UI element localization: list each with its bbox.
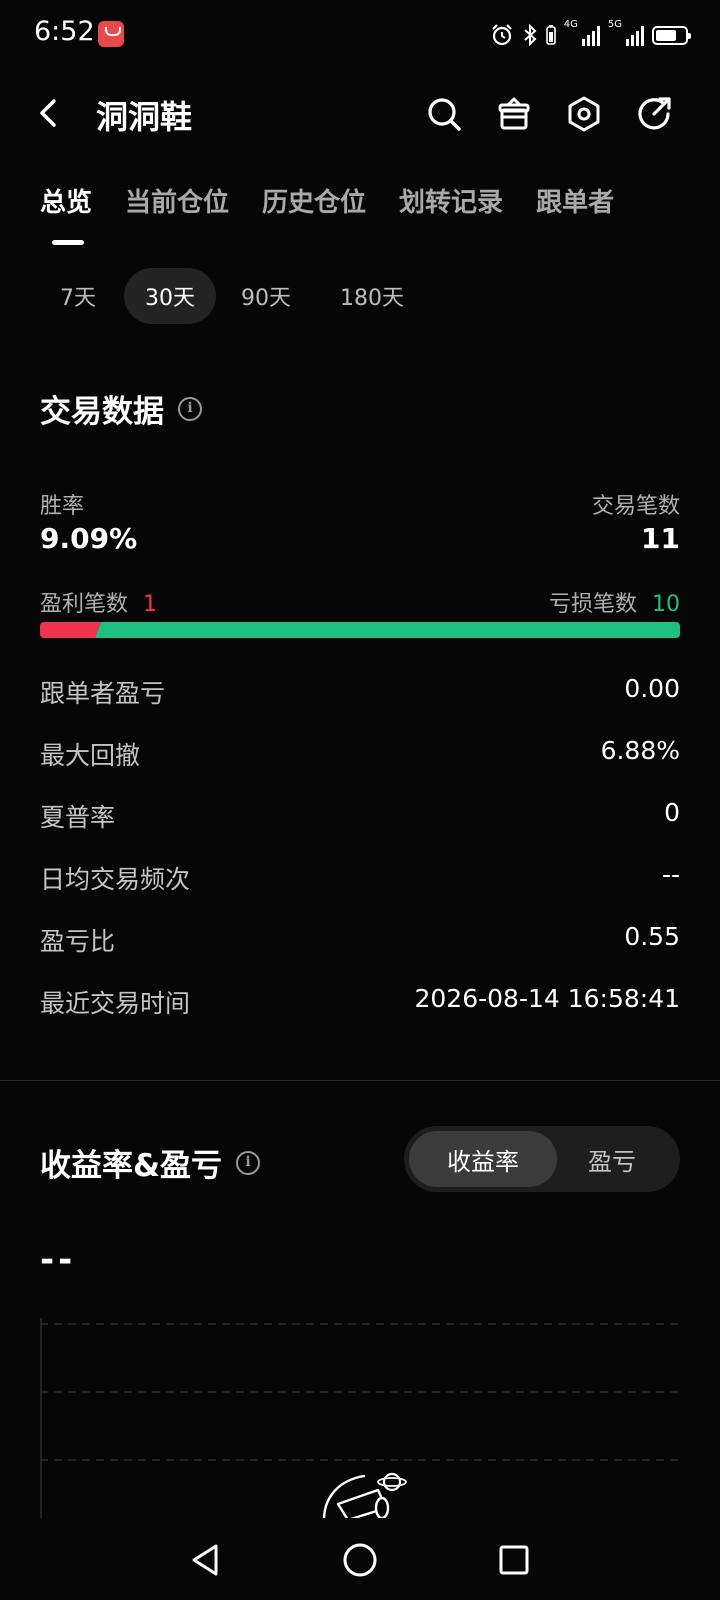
- stat-sharpe-label: 夏普率: [40, 803, 116, 832]
- profit-trades-value: 1: [143, 592, 158, 617]
- stat-follower-pnl-label: 跟单者盈亏: [40, 679, 166, 708]
- info-icon[interactable]: [236, 1150, 261, 1175]
- trade-count-value: 11: [641, 522, 680, 555]
- loss-trades-label: 亏损笔数 10: [549, 586, 680, 618]
- toggle-return-rate[interactable]: 收益率: [409, 1131, 557, 1187]
- tab-current-positions[interactable]: 当前仓位: [125, 182, 229, 219]
- stat-row: 夏普率 0: [40, 794, 680, 834]
- trade-count-label: 交易笔数: [591, 494, 680, 519]
- status-icons: 4G 5G: [490, 19, 691, 50]
- alarm-icon: [491, 24, 512, 46]
- app-header: 洞洞鞋: [0, 78, 720, 148]
- profit-trades-label: 盈利笔数 1: [40, 586, 157, 618]
- signal-icon: [626, 24, 644, 46]
- tab-overview[interactable]: 总览: [40, 182, 92, 219]
- period-7d[interactable]: 7天: [40, 268, 116, 324]
- win-rate-value: 9.09%: [40, 522, 138, 555]
- period-90d[interactable]: 90天: [216, 268, 316, 324]
- loss-trades-label-text: 亏损笔数: [548, 592, 637, 617]
- win-rate-label: 胜率: [40, 494, 85, 519]
- stat-last-trade-label: 最近交易时间: [40, 989, 191, 1018]
- trading-data-title: 交易数据: [40, 386, 202, 431]
- period-180d[interactable]: 180天: [316, 268, 428, 324]
- nav-back-icon[interactable]: [186, 1540, 226, 1580]
- period-30d[interactable]: 30天: [124, 268, 216, 324]
- bluetooth-icon: [524, 23, 537, 47]
- nav-recents-icon[interactable]: [494, 1540, 534, 1580]
- profit-trades-label-text: 盈利笔数: [40, 592, 129, 617]
- search-icon[interactable]: [424, 94, 464, 134]
- stat-daily-frequency-label: 日均交易频次: [40, 865, 191, 894]
- stat-max-drawdown-label: 最大回撤: [40, 741, 141, 770]
- network-type-1: 4G: [563, 19, 578, 30]
- stat-row: 盈亏比 0.55: [40, 918, 680, 958]
- stat-last-trade-value: 2026-08-14 16:58:41: [414, 984, 680, 1013]
- nav-home-icon[interactable]: [340, 1540, 380, 1580]
- stat-pnl-ratio-value: 0.55: [624, 922, 680, 951]
- period-selector: 7天 30天 90天 180天: [40, 268, 428, 324]
- returns-toggle: 收益率 盈亏: [404, 1126, 680, 1192]
- notification-app-icon: [98, 21, 124, 47]
- tab-history-positions[interactable]: 历史仓位: [262, 182, 366, 219]
- section-divider: [0, 1080, 720, 1081]
- returns-title: 收益率&盈亏: [40, 1140, 261, 1185]
- share-icon[interactable]: [634, 94, 674, 134]
- loss-segment: [95, 622, 680, 638]
- status-bar: 6:52 4G 5G: [0, 0, 720, 70]
- settings-icon[interactable]: [564, 94, 604, 134]
- system-nav-bar: [0, 1520, 720, 1600]
- battery-small-icon: [545, 25, 556, 45]
- back-icon[interactable]: [30, 93, 70, 133]
- battery-icon: [652, 25, 691, 45]
- stat-pnl-ratio-label: 盈亏比: [40, 927, 116, 956]
- tab-transfer-records[interactable]: 划转记录: [399, 182, 503, 219]
- stat-follower-pnl-value: 0.00: [624, 674, 680, 703]
- stat-row: 最大回撤 6.88%: [40, 732, 680, 772]
- win-loss-bar: [40, 622, 680, 638]
- returns-title-text: 收益率&盈亏: [40, 1148, 223, 1184]
- active-tab-indicator: [52, 240, 84, 245]
- stat-sharpe-value: 0: [664, 798, 680, 827]
- tab-bar: 总览 当前仓位 历史仓位 划转记录 跟单者: [40, 182, 614, 219]
- tab-followers[interactable]: 跟单者: [536, 182, 614, 219]
- profit-segment: [40, 622, 101, 638]
- info-icon[interactable]: [178, 396, 202, 421]
- trading-data-title-text: 交易数据: [40, 394, 164, 430]
- toggle-pnl[interactable]: 盈亏: [538, 1131, 686, 1187]
- empty-state-illustration: [322, 1472, 407, 1518]
- network-type-2: 5G: [607, 19, 622, 30]
- signal-icon: [581, 24, 600, 46]
- stat-max-drawdown-value: 6.88%: [600, 736, 680, 765]
- stat-row: 跟单者盈亏 0.00: [40, 670, 680, 710]
- gift-icon[interactable]: [494, 94, 534, 134]
- loss-trades-value: 10: [652, 592, 680, 617]
- stat-row: 最近交易时间 2026-08-14 16:58:41: [40, 980, 680, 1020]
- stat-row: 日均交易频次 --: [40, 856, 680, 896]
- status-time: 6:52: [34, 16, 95, 47]
- stat-daily-frequency-value: --: [661, 860, 680, 889]
- returns-value: --: [40, 1240, 77, 1280]
- page-title: 洞洞鞋: [96, 98, 193, 136]
- returns-chart-empty: [40, 1318, 680, 1518]
